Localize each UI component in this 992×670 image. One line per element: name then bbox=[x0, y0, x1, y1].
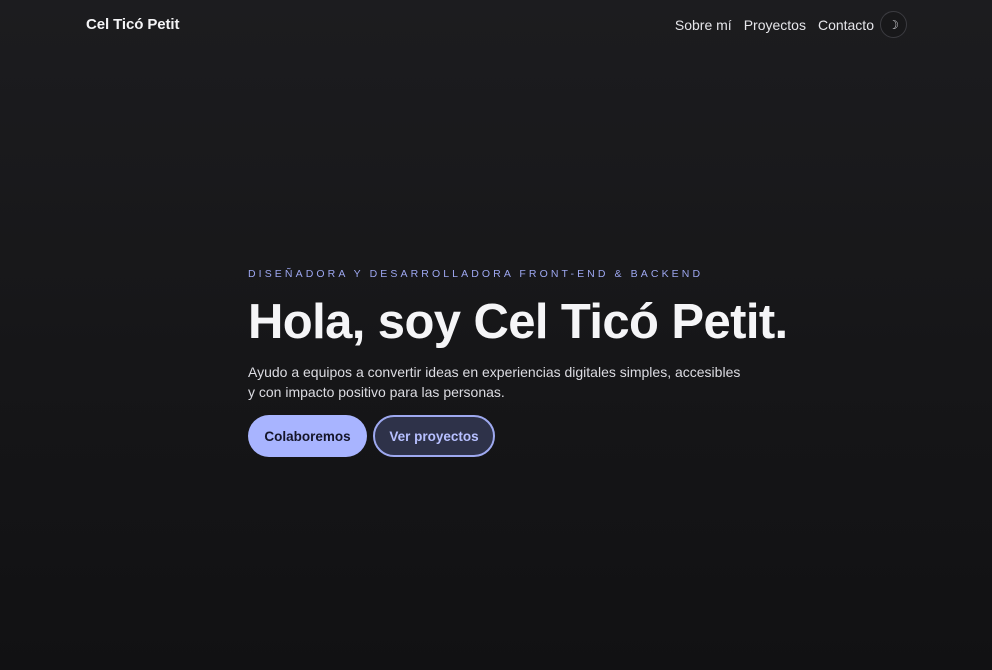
hero-eyebrow: DISEÑADORA Y DESARROLLADORA FRONT-END & … bbox=[248, 268, 704, 280]
site-header: Cel Ticó Petit Sobre mí Proyectos Contac… bbox=[86, 0, 907, 49]
nav-link-sobre-mi[interactable]: Sobre mí bbox=[675, 17, 732, 33]
hero-headline: Hola, soy Cel Ticó Petit. bbox=[248, 295, 788, 349]
hero-description: Ayudo a equipos a convertir ideas en exp… bbox=[248, 364, 741, 401]
moon-icon: ☽ bbox=[888, 17, 899, 32]
hero-actions: Colaboremos Ver proyectos bbox=[248, 415, 768, 458]
brand-logo-link[interactable]: Cel Ticó Petit bbox=[86, 16, 179, 33]
collaborate-button[interactable]: Colaboremos bbox=[248, 415, 367, 458]
theme-toggle-button[interactable]: ☽ bbox=[880, 11, 907, 38]
hero-section: DISEÑADORA Y DESARROLLADORA FRONT-END & … bbox=[248, 268, 788, 458]
view-projects-button[interactable]: Ver proyectos bbox=[373, 415, 495, 458]
main-nav: Sobre mí Proyectos Contacto ☽ bbox=[675, 11, 907, 38]
nav-link-proyectos[interactable]: Proyectos bbox=[744, 17, 806, 33]
nav-link-contacto[interactable]: Contacto bbox=[818, 17, 874, 33]
